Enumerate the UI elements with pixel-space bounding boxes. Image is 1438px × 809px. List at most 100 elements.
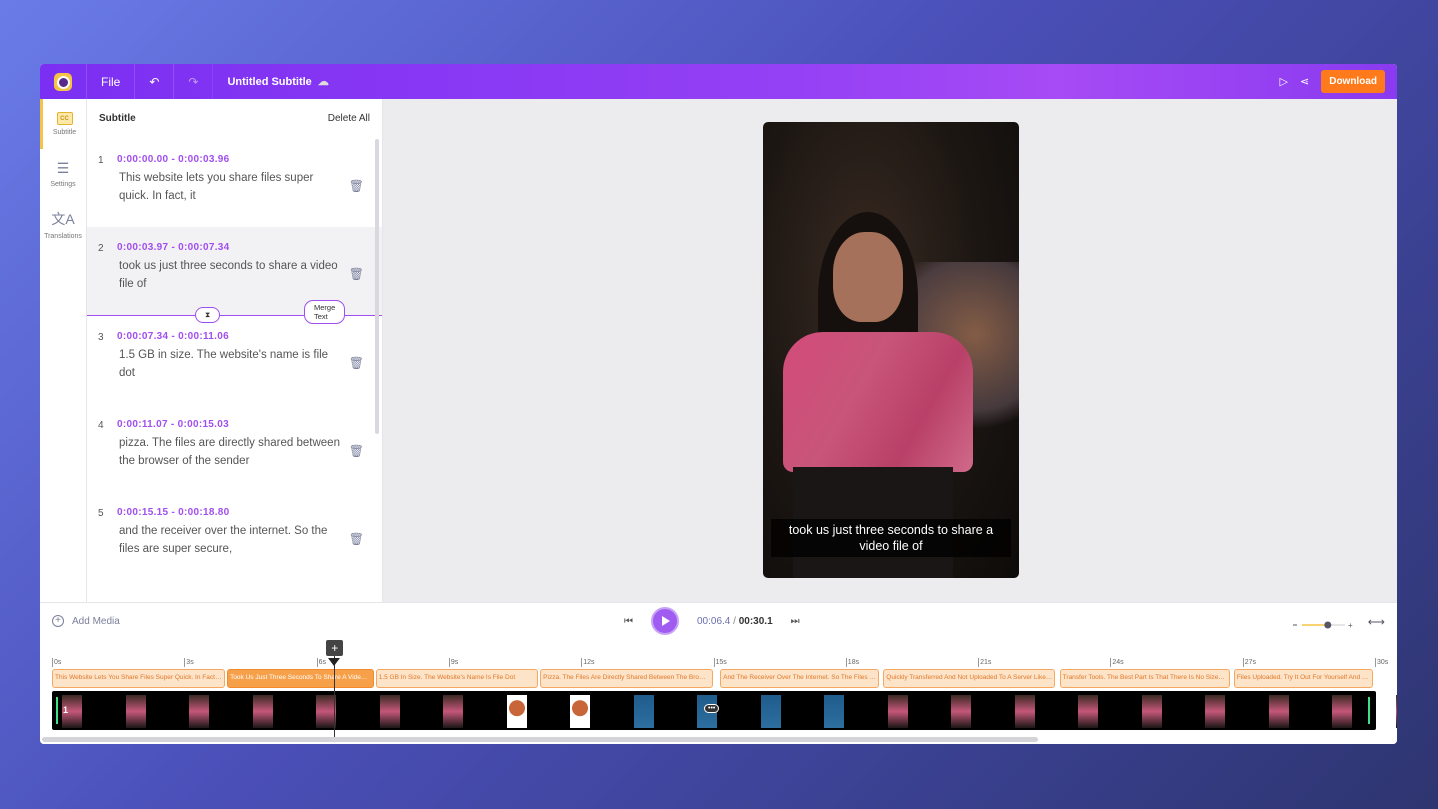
translate-icon: 文A bbox=[51, 210, 75, 227]
subtitle-clip[interactable]: Files Uploaded. Try It Out For Yourself … bbox=[1233, 669, 1373, 688]
play-button[interactable] bbox=[651, 607, 679, 635]
segment-time[interactable]: 0:00:15.15 - 0:00:18.80 bbox=[117, 507, 342, 518]
panel-title: Subtitle bbox=[99, 113, 136, 124]
zoom-slider[interactable]: + bbox=[1293, 620, 1353, 630]
segment-text[interactable]: took us just three seconds to share a vi… bbox=[119, 257, 342, 293]
trash-icon[interactable]: 🗑 bbox=[349, 532, 364, 546]
trash-icon[interactable]: 🗑 bbox=[349, 179, 364, 193]
video-thumbnail-person bbox=[1078, 695, 1098, 728]
skip-forward-icon[interactable]: ⏭ bbox=[791, 616, 800, 627]
ruler-tick: 18s bbox=[845, 658, 860, 667]
ruler-tick: 0s bbox=[52, 658, 62, 667]
app-window: File ↶ ↷ Untitled Subtitle ☁ ▷ ⋖ Downloa… bbox=[40, 64, 1397, 744]
trash-icon[interactable]: 🗑 bbox=[349, 356, 364, 370]
subtitle-panel: Subtitle Delete All 1 0:00:00.00 - 0:00:03… bbox=[87, 99, 383, 602]
video-thumbnail-person bbox=[316, 695, 336, 728]
subtitle-clip[interactable]: Transfer Tools. The Best Part Is That Th… bbox=[1059, 669, 1230, 688]
svg-text:+: + bbox=[1348, 621, 1353, 630]
top-bar: File ↶ ↷ Untitled Subtitle ☁ ▷ ⋖ Downloa… bbox=[40, 64, 1397, 99]
ruler-tick: 27s bbox=[1242, 658, 1256, 667]
undo-icon[interactable]: ↶ bbox=[135, 64, 175, 99]
cloud-icon: ☁ bbox=[317, 76, 329, 88]
file-menu[interactable]: File bbox=[87, 64, 136, 99]
subtitle-segment[interactable]: 5 0:00:15.15 - 0:00:18.80 and the receiver… bbox=[87, 492, 382, 580]
segment-text[interactable]: pizza. The files are directly shared bet… bbox=[119, 434, 342, 470]
rail-item-translations[interactable]: 文A Translations bbox=[40, 199, 86, 249]
download-button[interactable]: Download bbox=[1321, 70, 1385, 93]
trim-handle[interactable] bbox=[1368, 697, 1370, 724]
ruler-tick: 24s bbox=[1110, 658, 1124, 667]
rail-label: Subtitle bbox=[52, 129, 77, 136]
trim-handle[interactable] bbox=[56, 697, 58, 724]
cc-icon: CC bbox=[56, 112, 73, 125]
trash-icon[interactable]: 🗑 bbox=[349, 267, 364, 281]
subtitle-clip[interactable]: Took Us Just Three Seconds To Share A Vi… bbox=[227, 669, 374, 688]
subtitle-clip[interactable]: Pizza. The Files Are Directly Shared Bet… bbox=[540, 669, 713, 688]
segment-number: 3 bbox=[98, 332, 104, 343]
video-thumbnail-person bbox=[189, 695, 209, 728]
subtitle-clip[interactable]: Quickly Transferred And Not Uploaded To … bbox=[883, 669, 1056, 688]
trash-icon[interactable]: 🗑 bbox=[349, 444, 364, 458]
video-thumbnail-person bbox=[252, 695, 273, 728]
ruler-tick: 21s bbox=[978, 658, 992, 667]
video-track[interactable]: 1 ••• bbox=[52, 691, 1397, 730]
redo-icon[interactable]: ↷ bbox=[174, 64, 214, 99]
sliders-icon: ☰ bbox=[56, 160, 70, 176]
video-thumbnail-person bbox=[887, 695, 908, 728]
video-caption: took us just three seconds to share a vi… bbox=[771, 519, 1011, 557]
video-thumbnail-person bbox=[1205, 695, 1225, 728]
segment-time[interactable]: 0:00:07.34 - 0:00:11.06 bbox=[117, 331, 342, 342]
ruler-tick: 3s bbox=[184, 658, 194, 667]
video-thumbnail-person bbox=[379, 695, 400, 728]
video-thumbnail-blue bbox=[760, 695, 781, 728]
subtitle-segment[interactable]: 3 0:00:07.34 - 0:00:11.06 1.5 GB in size. … bbox=[87, 316, 382, 404]
preview-area: took us just three seconds to share a vi… bbox=[383, 99, 1397, 602]
subtitle-segment[interactable]: 4 0:00:11.07 - 0:00:15.03 pizza. The files… bbox=[87, 404, 382, 492]
video-thumbnail-logo bbox=[506, 695, 527, 728]
project-title-text[interactable]: Untitled Subtitle bbox=[227, 76, 311, 88]
video-preview[interactable]: took us just three seconds to share a vi… bbox=[763, 122, 1019, 578]
video-thumbnail-person bbox=[1268, 695, 1289, 728]
app-logo[interactable] bbox=[40, 64, 87, 99]
panel-scrollbar[interactable] bbox=[375, 139, 379, 434]
skip-back-icon[interactable]: ⏮ bbox=[624, 616, 633, 627]
add-media-button[interactable]: + Add Media bbox=[52, 615, 120, 627]
side-rail: CC Subtitle ☰ Settings 文A Translations bbox=[40, 99, 87, 602]
video-thumbnail-person bbox=[125, 695, 146, 728]
ruler-tick: 12s bbox=[581, 658, 595, 667]
segment-time[interactable]: 0:00:00.00 - 0:00:03.96 bbox=[117, 154, 342, 165]
video-thumbnail-logo bbox=[570, 695, 590, 728]
subtitle-segment[interactable]: 1 0:00:00.00 - 0:00:03.96 This website let… bbox=[87, 139, 382, 227]
rail-label: Translations bbox=[44, 232, 82, 240]
subtitle-clip[interactable]: 1.5 GB In Size. The Website's Name Is Fi… bbox=[375, 669, 538, 688]
video-thumbnail-person bbox=[443, 695, 463, 728]
segment-time[interactable]: 0:00:11.07 - 0:00:15.03 bbox=[117, 419, 342, 430]
current-time: 00:06.4 bbox=[697, 615, 731, 627]
segment-text[interactable]: and the receiver over the internet. So t… bbox=[119, 522, 342, 558]
segment-text[interactable]: This website lets you share files super … bbox=[119, 169, 342, 205]
delete-all-button[interactable]: Delete All bbox=[328, 113, 370, 139]
plus-circle-icon: + bbox=[52, 615, 64, 627]
timeline-scrollbar[interactable] bbox=[42, 737, 1038, 742]
subtitle-clip[interactable]: And The Receiver Over The Internet. So T… bbox=[720, 669, 880, 688]
more-options-icon[interactable]: ••• bbox=[704, 704, 720, 713]
total-time: 00:30.1 bbox=[738, 615, 773, 627]
video-thumbnail-blue bbox=[633, 695, 654, 728]
video-thumbnail-person bbox=[1014, 695, 1035, 728]
playhead-handle[interactable] bbox=[328, 658, 341, 666]
segment-number: 1 bbox=[98, 155, 104, 166]
subtitle-clip[interactable]: This Website Lets You Share Files Super … bbox=[52, 669, 225, 688]
share-icon[interactable]: ⋖ bbox=[1300, 75, 1309, 88]
fit-width-icon[interactable]: ⟷ bbox=[1368, 615, 1385, 629]
rail-item-settings[interactable]: ☰ Settings bbox=[40, 149, 86, 199]
segment-time[interactable]: 0:00:03.97 - 0:00:07.34 bbox=[117, 242, 342, 253]
time-separator: / bbox=[730, 615, 739, 627]
segment-text[interactable]: 1.5 GB in size. The website's name is fi… bbox=[119, 346, 342, 382]
rail-item-subtitle[interactable]: CC Subtitle bbox=[40, 99, 86, 149]
add-subtitle-at-playhead-button[interactable]: + bbox=[326, 640, 344, 656]
project-title[interactable]: Untitled Subtitle ☁ bbox=[213, 64, 342, 99]
ruler-tick: 9s bbox=[448, 658, 459, 667]
video-thumbnail-person bbox=[1395, 695, 1397, 728]
play-preview-icon[interactable]: ▷ bbox=[1280, 75, 1288, 88]
segment-number: 5 bbox=[98, 508, 104, 519]
